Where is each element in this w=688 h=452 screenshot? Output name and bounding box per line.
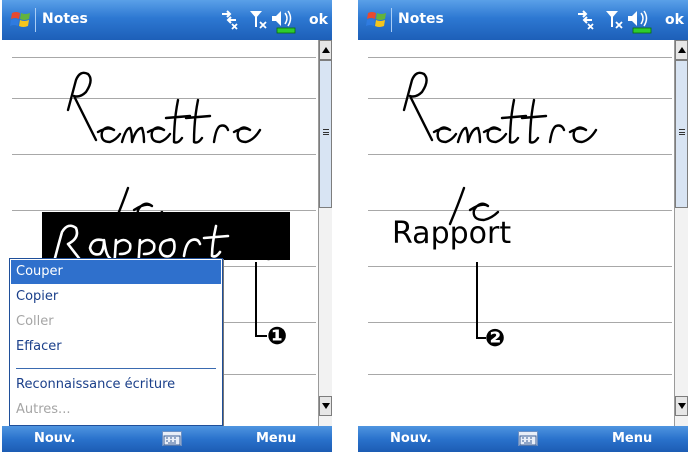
keyboard-icon[interactable] bbox=[518, 431, 538, 446]
new-button[interactable]: Nouv. bbox=[34, 431, 75, 446]
vertical-scrollbar[interactable] bbox=[674, 40, 688, 426]
grip-icon bbox=[679, 129, 685, 135]
menu-bar: Nouv. Menu bbox=[358, 426, 688, 452]
grip-icon bbox=[323, 129, 329, 135]
context-menu: Couper Copier Coller Effacer Reconnaissa… bbox=[9, 258, 223, 426]
new-button[interactable]: Nouv. bbox=[390, 431, 431, 446]
menu-item-effacer[interactable]: Effacer bbox=[11, 335, 221, 359]
keyboard-icon[interactable] bbox=[162, 431, 182, 446]
arrow-down-icon bbox=[322, 403, 330, 409]
arrow-up-icon bbox=[678, 47, 686, 53]
menu-item-reconnaissance[interactable]: Reconnaissance écriture bbox=[11, 373, 221, 397]
callout-marker-1: ❶ bbox=[266, 322, 288, 350]
menu-item-copier[interactable]: Copier bbox=[11, 285, 221, 309]
recognized-text[interactable]: Rapport bbox=[392, 216, 511, 251]
arrow-down-icon bbox=[678, 403, 686, 409]
menu-button[interactable]: Menu bbox=[612, 431, 652, 446]
screen-handwritten-selection: Notes ok Couper Copier Coller Effacer Re… bbox=[2, 0, 332, 452]
menu-item-autres: Autres... bbox=[16, 402, 71, 417]
scroll-up-button[interactable] bbox=[675, 40, 688, 60]
scroll-down-button[interactable] bbox=[319, 396, 332, 416]
menu-button[interactable]: Menu bbox=[256, 431, 296, 446]
arrow-up-icon bbox=[322, 47, 330, 53]
menu-separator bbox=[16, 368, 216, 369]
menu-item-coller: Coller bbox=[16, 314, 54, 329]
scroll-thumb[interactable] bbox=[675, 60, 688, 208]
scroll-down-button[interactable] bbox=[675, 396, 688, 416]
scroll-up-button[interactable] bbox=[319, 40, 332, 60]
vertical-scrollbar[interactable] bbox=[318, 40, 332, 426]
callout-marker-2: ❷ bbox=[484, 324, 506, 352]
screen-recognized-text: Notes ok Rapport ❷ Nouv. Menu bbox=[358, 0, 688, 452]
menu-item-couper[interactable]: Couper bbox=[11, 260, 221, 284]
scroll-thumb[interactable] bbox=[319, 60, 332, 208]
callout-leader bbox=[255, 262, 257, 336]
callout-leader bbox=[476, 262, 478, 338]
menu-bar: Nouv. Menu bbox=[2, 426, 332, 452]
